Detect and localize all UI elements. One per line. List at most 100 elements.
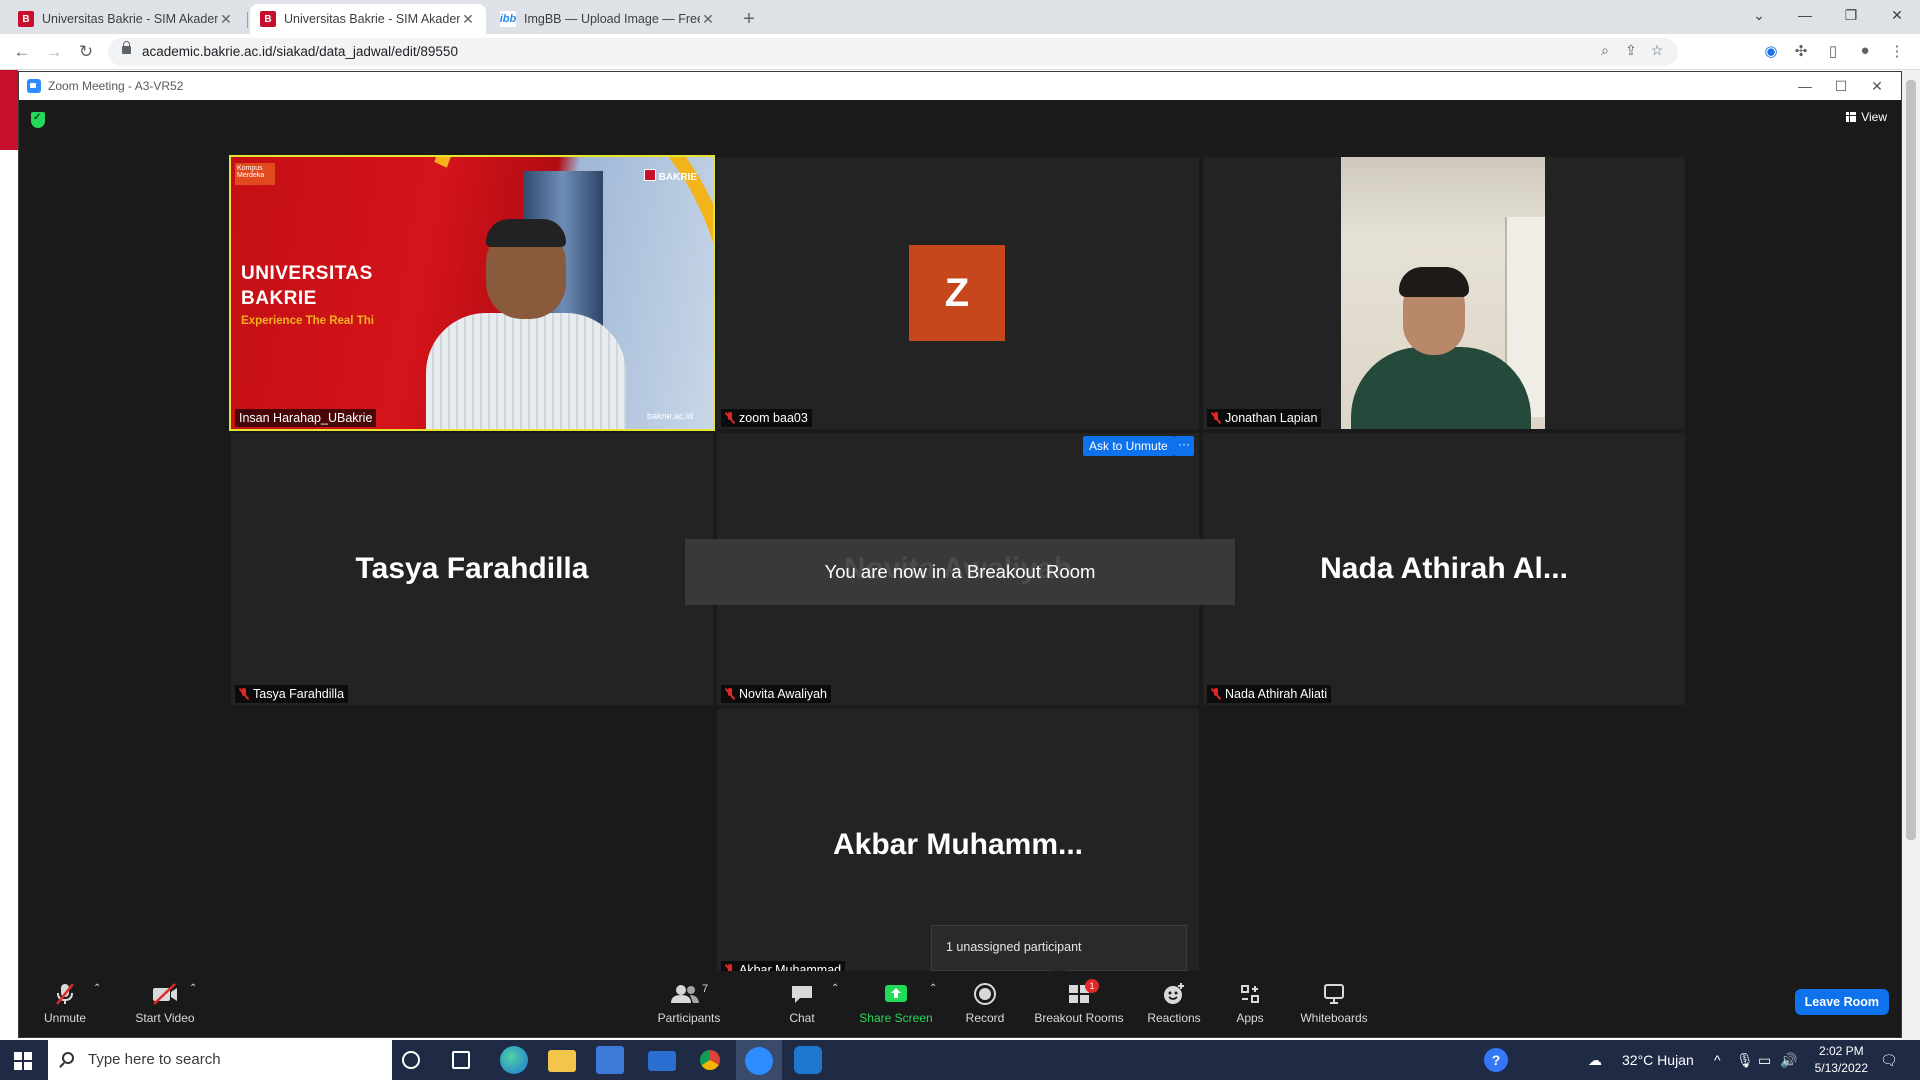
scroll-thumb[interactable] [1906, 80, 1916, 840]
bookmark-star-icon[interactable]: ☆ [1646, 42, 1668, 62]
whiteboards-button[interactable]: Whiteboards [1289, 981, 1379, 1025]
zoom-minimize-icon[interactable]: — [1791, 75, 1819, 97]
participant-display-name: Nada Athirah Al... [1320, 552, 1568, 585]
windows-start-icon[interactable] [14, 1052, 32, 1070]
security-shield-icon[interactable] [31, 112, 45, 128]
browser-tab-3[interactable]: ibb ImgBB — Upload Image — Free I ✕ [490, 4, 726, 34]
participant-display-name: Tasya Farahdilla [355, 552, 589, 585]
apps-button[interactable]: Apps [1225, 981, 1275, 1025]
person-hair [486, 219, 566, 247]
person-body [1351, 347, 1531, 429]
video-tile-jonathan[interactable]: Jonathan Lapian [1203, 157, 1685, 429]
page-scrollbar[interactable] [1902, 70, 1920, 1055]
windows-taskbar: Type here to search ? ☁ 32°C Hujan ^ 🎙 ▭… [0, 1040, 1920, 1080]
cortana-icon[interactable] [402, 1051, 420, 1069]
task-view-icon[interactable] [452, 1051, 470, 1069]
video-tile-insan[interactable]: Kompus Merdeka UNIVERSITAS BAKRIE Experi… [229, 155, 715, 431]
participants-count: 7 [701, 983, 709, 995]
help-icon[interactable]: ? [1484, 1048, 1508, 1072]
participant-name-label: Novita Awaliyah [721, 685, 832, 703]
video-tile-tasya[interactable]: Tasya Farahdilla Tasya Farahdilla [231, 433, 713, 705]
apps-icon [1225, 981, 1275, 1007]
participant-name: Jonathan Lapian [1225, 411, 1318, 425]
participant-video-person [426, 219, 626, 429]
mic-muted-icon [725, 412, 735, 424]
breakout-badge: 1 [1085, 979, 1099, 993]
extension-icon[interactable]: ◉ [1760, 42, 1782, 62]
chat-options-caret-icon[interactable]: ⌃ [831, 983, 839, 994]
microsoft-store-icon[interactable] [596, 1046, 624, 1074]
zoom-maximize-icon[interactable]: ☐ [1827, 75, 1855, 97]
participants-button[interactable]: 7 Participants [639, 981, 739, 1025]
more-options-button[interactable]: ··· [1174, 436, 1194, 456]
microphone-icon[interactable]: 🎙 [1736, 1040, 1754, 1080]
zoom-magnifier-icon[interactable]: ⌕ [1594, 42, 1616, 62]
teamviewer-icon[interactable] [794, 1046, 822, 1074]
network-icon[interactable]: ▭ [1758, 1040, 1771, 1080]
view-button[interactable]: View [1846, 110, 1887, 124]
mail-icon[interactable] [648, 1051, 676, 1071]
participant-name: Insan Harahap_UBakrie [239, 411, 373, 425]
whiteboard-icon [1289, 981, 1379, 1007]
chat-button[interactable]: Chat [775, 981, 829, 1025]
browser-tab-2[interactable]: B Universitas Bakrie - SIM Akadem ✕ [250, 4, 486, 34]
share-options-caret-icon[interactable]: ⌃ [929, 983, 937, 994]
banner-university-text: UNIVERSITAS BAKRIE [241, 261, 373, 311]
chat-label: Chat [789, 1011, 815, 1025]
new-tab-button[interactable]: + [736, 6, 762, 32]
unmute-button[interactable]: Unmute [33, 981, 97, 1025]
profile-avatar-icon[interactable]: ● [1854, 42, 1876, 62]
tab-title: Universitas Bakrie - SIM Akadem [284, 12, 460, 26]
video-tile-nada[interactable]: Nada Athirah Al... Nada Athirah Aliati [1203, 433, 1685, 705]
clock-date: 5/13/2022 [1814, 1061, 1868, 1075]
extensions-puzzle-icon[interactable]: ✣ [1790, 42, 1812, 62]
restore-icon[interactable]: ❐ [1828, 0, 1874, 30]
zoom-taskbar-active-bg[interactable] [736, 1040, 782, 1080]
browser-tab-1[interactable]: B Universitas Bakrie - SIM Akadem ✕ [8, 4, 244, 34]
tray-overflow-chevron-icon[interactable]: ^ [1714, 1040, 1721, 1080]
video-tile-zoom-baa03[interactable]: Z zoom baa03 [717, 157, 1199, 429]
weather-cloud-icon[interactable]: ☁ [1588, 1040, 1602, 1080]
record-button[interactable]: Record [955, 981, 1015, 1025]
taskbar-clock[interactable]: 2:02 PM 5/13/2022 [1815, 1043, 1868, 1077]
edge-browser-icon[interactable] [500, 1046, 528, 1074]
mic-muted-icon [1211, 688, 1221, 700]
kompus-merdeka-logo: Kompus Merdeka [235, 163, 275, 185]
participant-name-label: zoom baa03 [721, 409, 812, 427]
back-arrow-icon[interactable]: ← [10, 40, 34, 64]
close-window-icon[interactable]: ✕ [1874, 0, 1920, 30]
audio-options-caret-icon[interactable]: ⌃ [93, 983, 101, 994]
breakout-rooms-label: Breakout Rooms [1034, 1011, 1124, 1025]
participant-name-label: Tasya Farahdilla [235, 685, 349, 703]
banner-university-line2: BAKRIE [241, 288, 317, 309]
share-screen-button[interactable]: Share Screen [851, 981, 941, 1025]
tab-search-chevron-icon[interactable]: ⌄ [1736, 0, 1782, 30]
person-shirt [426, 313, 626, 429]
reactions-button[interactable]: Reactions [1139, 981, 1209, 1025]
tab-close-icon[interactable]: ✕ [700, 11, 716, 28]
reload-icon[interactable]: ↻ [74, 40, 98, 64]
tab-close-icon[interactable]: ✕ [218, 11, 234, 28]
ask-to-unmute-button[interactable]: Ask to Unmute [1083, 436, 1174, 456]
browser-menu-icon[interactable]: ⋮ [1886, 42, 1908, 62]
breakout-rooms-icon: 1 [1029, 979, 1129, 1007]
side-panel-icon[interactable]: ▯ [1822, 42, 1844, 62]
forward-arrow-icon[interactable]: → [42, 40, 66, 64]
file-explorer-icon[interactable] [548, 1050, 576, 1072]
notifications-icon[interactable]: 🗨 [1880, 1040, 1898, 1080]
banner-site: bakrie.ac.id [646, 411, 693, 421]
leave-room-button[interactable]: Leave Room [1794, 989, 1889, 1015]
minimize-icon[interactable]: — [1782, 0, 1828, 30]
taskbar-search-input[interactable]: Type here to search [48, 1040, 392, 1080]
zoom-close-icon[interactable]: ✕ [1863, 75, 1891, 97]
volume-icon[interactable]: 🔊 [1780, 1040, 1797, 1080]
tab-close-icon[interactable]: ✕ [460, 11, 476, 28]
zoom-logo-icon [27, 79, 41, 93]
chrome-browser-icon[interactable] [696, 1046, 724, 1074]
video-options-caret-icon[interactable]: ⌃ [189, 983, 197, 994]
share-icon[interactable]: ⇪ [1620, 42, 1642, 62]
breakout-rooms-button[interactable]: 1 Breakout Rooms [1029, 979, 1129, 1025]
participant-name: Tasya Farahdilla [253, 687, 345, 701]
weather-text[interactable]: 32°C Hujan [1622, 1040, 1694, 1080]
address-bar[interactable]: academic.bakrie.ac.id/siakad/data_jadwal… [108, 38, 1678, 66]
